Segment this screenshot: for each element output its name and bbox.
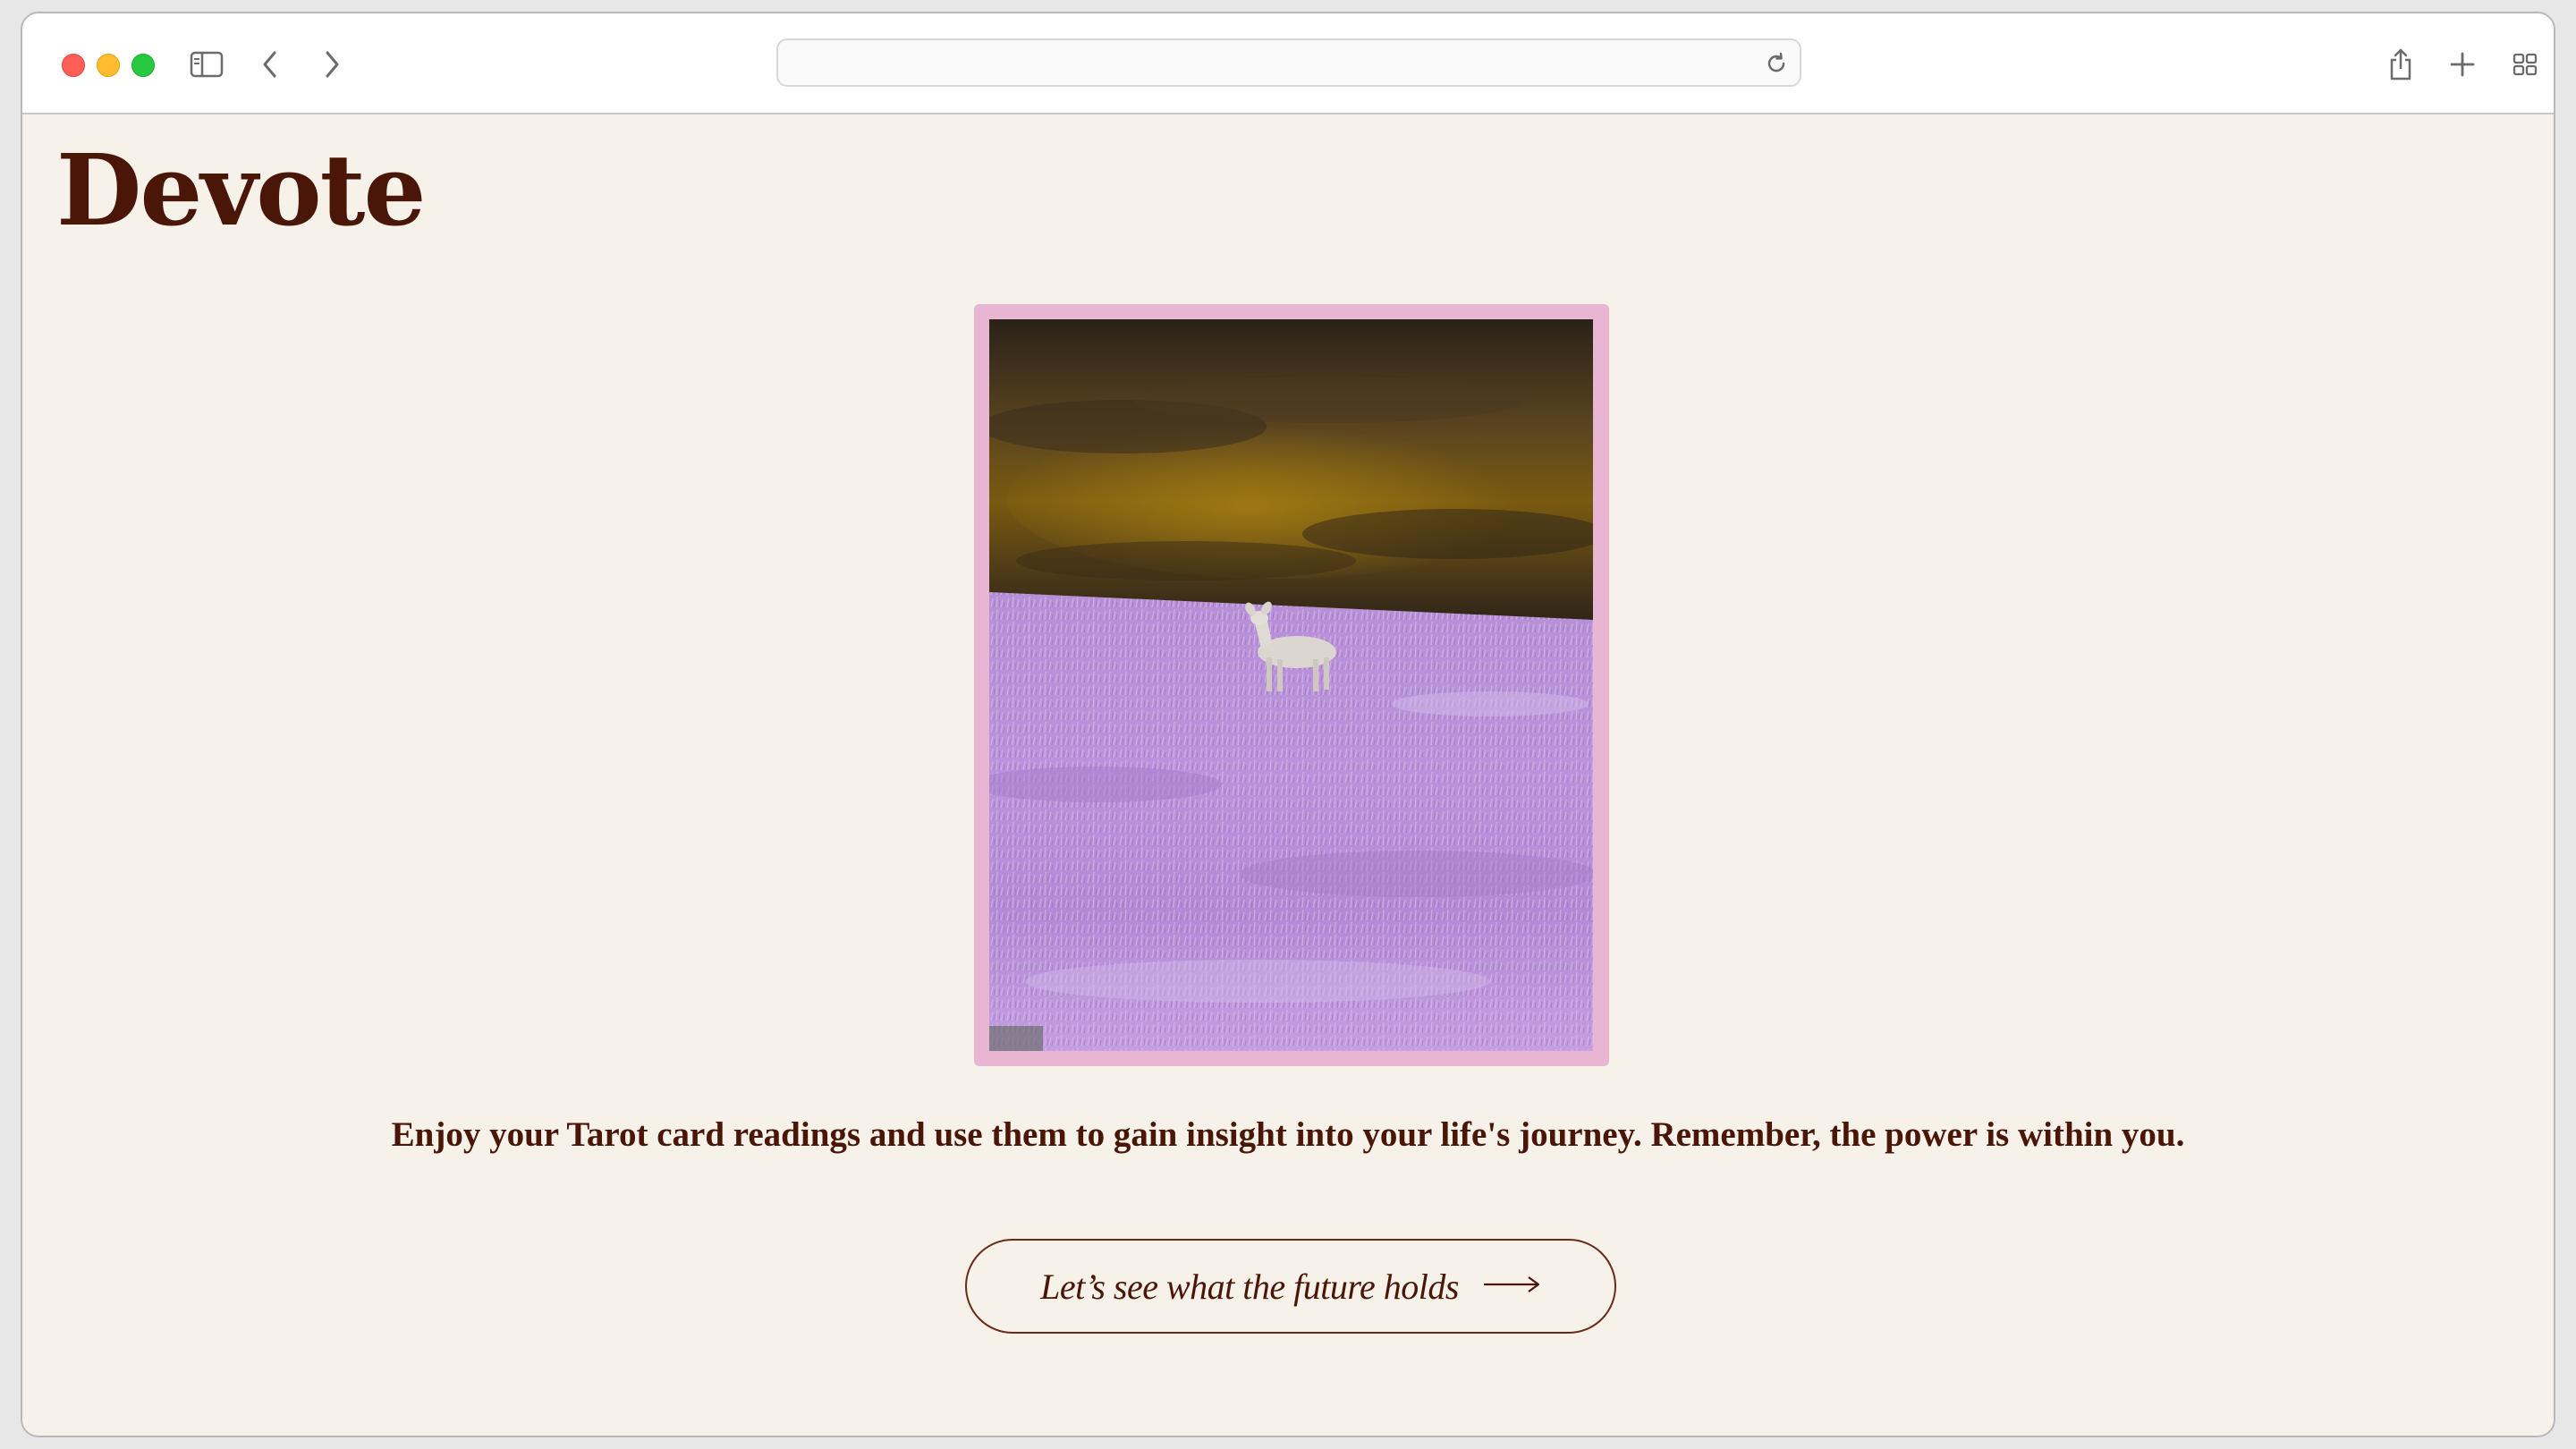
address-bar[interactable]	[776, 38, 1801, 87]
plus-icon[interactable]	[2444, 46, 2481, 83]
see-future-button[interactable]: Let’s see what the future holds	[965, 1239, 1616, 1334]
close-window-button[interactable]	[62, 54, 85, 77]
chevron-left-icon[interactable]	[251, 46, 289, 83]
arrow-right-icon	[1482, 1275, 1541, 1298]
grid-icon[interactable]	[2506, 46, 2544, 83]
browser-toolbar	[22, 13, 2554, 114]
maximize-window-button[interactable]	[131, 54, 155, 77]
tarot-card-image	[989, 319, 1593, 1051]
page-content: Devote Enjoy your Tarot card readings an…	[22, 114, 2554, 1436]
tarot-card	[974, 304, 1609, 1066]
share-icon[interactable]	[2382, 46, 2419, 83]
browser-window: Devote Enjoy your Tarot card readings an…	[21, 12, 2555, 1437]
see-future-button-label: Let’s see what the future holds	[1040, 1266, 1459, 1307]
minimize-window-button[interactable]	[97, 54, 120, 77]
chevron-right-icon[interactable]	[313, 46, 351, 83]
address-input[interactable]	[792, 47, 1726, 80]
sidebar-icon[interactable]	[188, 46, 225, 83]
site-logo[interactable]: Devote	[56, 141, 426, 240]
reload-icon[interactable]	[1764, 51, 1789, 76]
tagline-text: Enjoy your Tarot card readings and use t…	[391, 1115, 2185, 1154]
